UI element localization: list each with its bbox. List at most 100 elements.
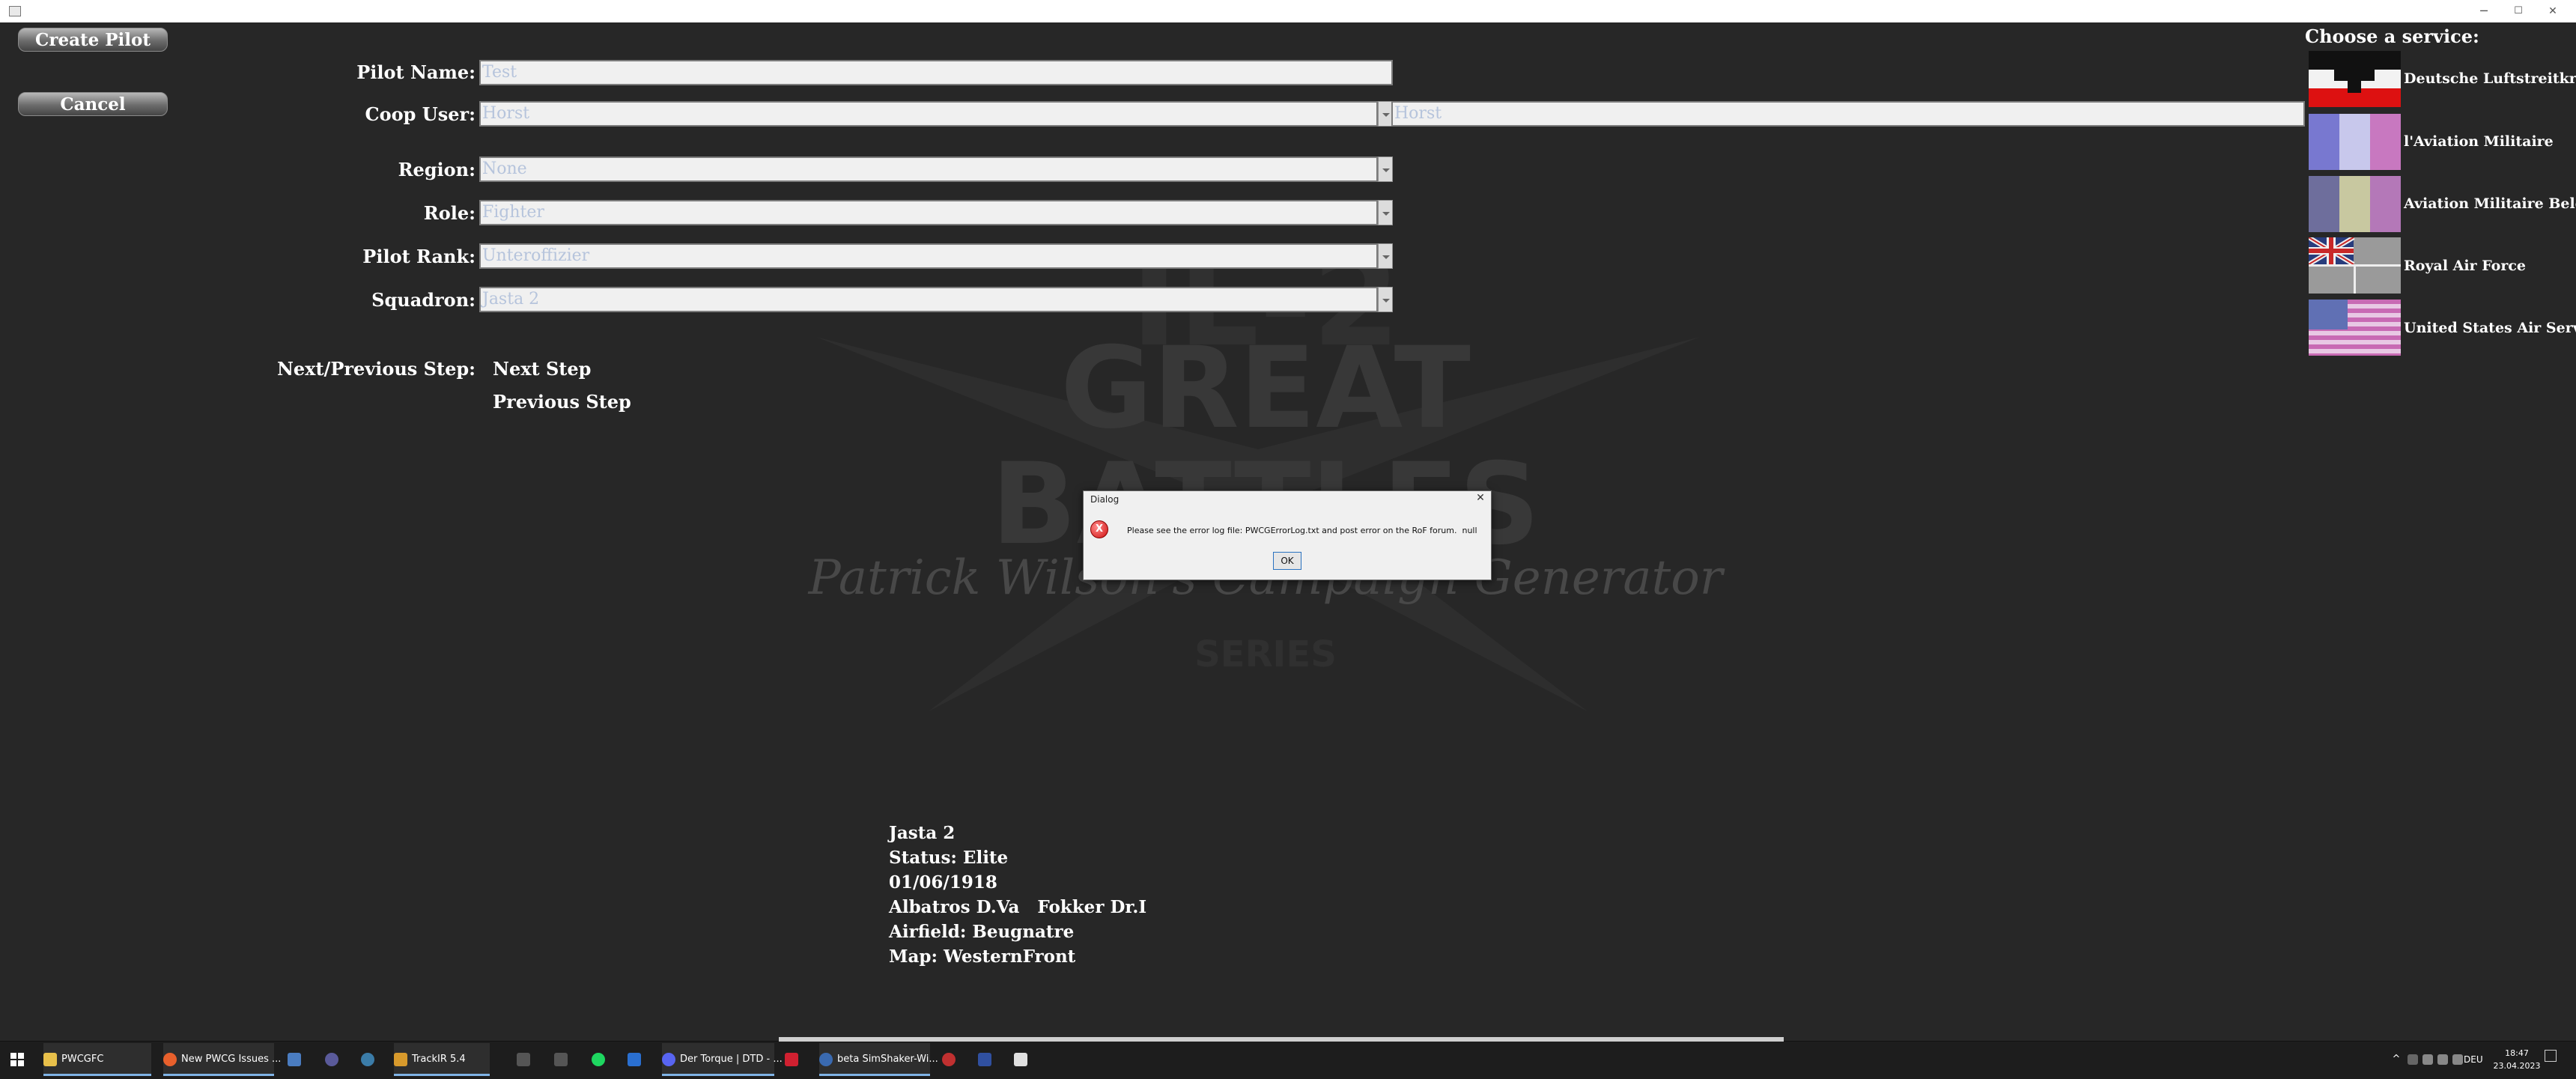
app-icon bbox=[325, 1052, 338, 1066]
step-label: Next/Previous Step: bbox=[276, 358, 476, 380]
service-british[interactable]: Royal Air Force bbox=[2404, 258, 2526, 274]
minimize-button[interactable]: ─ bbox=[2467, 0, 2501, 22]
logo-line2: GREAT bbox=[1060, 323, 1471, 454]
windows-start-icon[interactable] bbox=[10, 1043, 28, 1076]
info-date: 01/06/1918 bbox=[889, 872, 997, 893]
info-status: Status: Elite bbox=[889, 848, 1009, 868]
horizontal-scrollbar[interactable] bbox=[779, 1037, 1784, 1042]
taskbar-spotify-icon[interactable] bbox=[592, 1043, 611, 1076]
taskbar-java-icon[interactable] bbox=[1014, 1043, 1033, 1076]
clock-date: 23.04.2023 bbox=[2493, 1061, 2541, 1071]
region-select[interactable]: None bbox=[479, 156, 1378, 182]
us-flag-icon[interactable] bbox=[2309, 300, 2401, 356]
tray-chevron-up-icon[interactable]: ^ bbox=[2389, 1043, 2404, 1076]
simshaker-icon bbox=[819, 1052, 833, 1066]
service-german[interactable]: Deutsche Luftstreitkräfte bbox=[2404, 70, 2576, 87]
app-icon bbox=[628, 1052, 641, 1066]
java-icon bbox=[1014, 1052, 1027, 1066]
taskbar-app-icon-1[interactable] bbox=[288, 1043, 307, 1076]
app-icon bbox=[288, 1052, 301, 1066]
taskbar-steam-icon[interactable] bbox=[361, 1043, 380, 1076]
coop-user-text[interactable]: Horst bbox=[1391, 101, 2305, 127]
taskbar-app-icon-8[interactable] bbox=[978, 1043, 997, 1076]
service-us[interactable]: United States Air Service bbox=[2404, 320, 2576, 336]
cloud-icon bbox=[2408, 1054, 2418, 1065]
taskbar-app-icon-6[interactable] bbox=[785, 1043, 804, 1076]
clock[interactable]: 18:47 23.04.2023 bbox=[2491, 1047, 2543, 1072]
taskbar-app-icon-3[interactable] bbox=[517, 1043, 536, 1076]
network-icon bbox=[2422, 1054, 2433, 1065]
belgian-flag-icon[interactable] bbox=[2309, 176, 2401, 232]
region-label: Region: bbox=[398, 159, 476, 180]
taskbar-item-pwcgfc[interactable]: PWCGFC bbox=[43, 1043, 151, 1076]
app-icon bbox=[554, 1052, 568, 1066]
info-airfield: Airfield: Beugnatre bbox=[889, 922, 1075, 942]
taskbar-label: New PWCG Issues ... bbox=[181, 1054, 282, 1065]
role-select[interactable]: Fighter bbox=[479, 200, 1378, 225]
next-step-link[interactable]: Next Step bbox=[493, 358, 591, 380]
french-flag-icon[interactable] bbox=[2309, 114, 2401, 170]
battery-icon bbox=[2452, 1054, 2463, 1065]
taskbar-app-icon-5[interactable] bbox=[628, 1043, 647, 1076]
dialog-message: Please see the error log file: PWCGError… bbox=[1127, 526, 1477, 535]
folder-icon bbox=[43, 1052, 57, 1066]
logo-series: SERIES bbox=[1194, 633, 1337, 675]
chevron-down-icon[interactable] bbox=[1378, 156, 1393, 182]
error-icon: X bbox=[1090, 520, 1108, 538]
pilot-rank-label: Pilot Rank: bbox=[362, 246, 476, 267]
taskbar-label: TrackIR 5.4 bbox=[412, 1054, 466, 1065]
pilot-name-input[interactable]: Test bbox=[479, 60, 1393, 85]
previous-step-link[interactable]: Previous Step bbox=[493, 391, 631, 413]
taskbar-app-icon-7[interactable] bbox=[942, 1043, 962, 1076]
taskbar bbox=[0, 1037, 2576, 1079]
chevron-down-icon[interactable] bbox=[1378, 101, 1393, 127]
firefox-icon bbox=[163, 1052, 177, 1066]
taskbar-app-icon-2[interactable] bbox=[325, 1043, 344, 1076]
services-heading: Choose a service: bbox=[2305, 25, 2479, 47]
discord-icon bbox=[662, 1052, 675, 1066]
java-app-icon bbox=[9, 6, 21, 16]
chevron-down-icon[interactable] bbox=[1378, 243, 1393, 269]
ok-button[interactable]: OK bbox=[1273, 552, 1301, 570]
window-titlebar: ─ ☐ ✕ bbox=[0, 0, 2576, 23]
taskbar-item-firefox[interactable]: New PWCG Issues ... bbox=[163, 1043, 281, 1076]
taskbar-label: Der Torque | DTD - ... bbox=[680, 1054, 783, 1065]
volume-icon bbox=[2437, 1054, 2448, 1065]
app-icon bbox=[785, 1052, 798, 1066]
coop-user-label: Coop User: bbox=[365, 103, 476, 125]
cancel-button[interactable]: Cancel bbox=[18, 92, 168, 116]
taskbar-item-simshaker[interactable]: beta SimShaker-Wi... bbox=[819, 1043, 938, 1076]
trackir-icon bbox=[394, 1052, 407, 1066]
app-icon bbox=[978, 1052, 991, 1066]
chevron-down-icon[interactable] bbox=[1378, 200, 1393, 225]
german-empire-flag-icon[interactable] bbox=[2309, 51, 2401, 107]
taskbar-item-trackir[interactable]: TrackIR 5.4 bbox=[394, 1043, 490, 1076]
pilot-name-label: Pilot Name: bbox=[356, 61, 476, 83]
service-belgian[interactable]: Aviation Militaire Belge bbox=[2404, 195, 2576, 212]
app-icon bbox=[942, 1052, 956, 1066]
language-indicator[interactable]: DEU bbox=[2464, 1043, 2489, 1076]
info-squadron: Jasta 2 bbox=[889, 823, 956, 843]
error-dialog: Dialog ✕ X Please see the error log file… bbox=[1083, 490, 1492, 580]
dialog-title: Dialog bbox=[1090, 494, 1120, 505]
squadron-select[interactable]: Jasta 2 bbox=[479, 287, 1378, 312]
chevron-down-icon[interactable] bbox=[1378, 287, 1393, 312]
coop-user-select[interactable]: Horst bbox=[479, 101, 1378, 127]
close-button[interactable]: ✕ bbox=[2536, 0, 2570, 22]
create-pilot-button[interactable]: Create Pilot bbox=[18, 28, 168, 52]
british-flag-icon[interactable] bbox=[2309, 237, 2401, 294]
maximize-button[interactable]: ☐ bbox=[2501, 0, 2536, 22]
notification-icon[interactable] bbox=[2545, 1050, 2557, 1062]
service-french[interactable]: l'Aviation Militaire bbox=[2404, 133, 2554, 150]
spotify-icon bbox=[592, 1052, 605, 1066]
pilot-rank-select[interactable]: Unteroffizier bbox=[479, 243, 1378, 269]
app-icon bbox=[517, 1052, 530, 1066]
clock-time: 18:47 bbox=[2505, 1048, 2529, 1058]
taskbar-item-discord[interactable]: Der Torque | DTD - ... bbox=[662, 1043, 783, 1076]
steam-icon bbox=[361, 1052, 374, 1066]
taskbar-label: PWCGFC bbox=[61, 1054, 104, 1065]
taskbar-app-icon-4[interactable] bbox=[554, 1043, 574, 1076]
dialog-close-button[interactable]: ✕ bbox=[1473, 492, 1488, 507]
role-label: Role: bbox=[423, 202, 476, 224]
squadron-label: Squadron: bbox=[371, 289, 476, 311]
